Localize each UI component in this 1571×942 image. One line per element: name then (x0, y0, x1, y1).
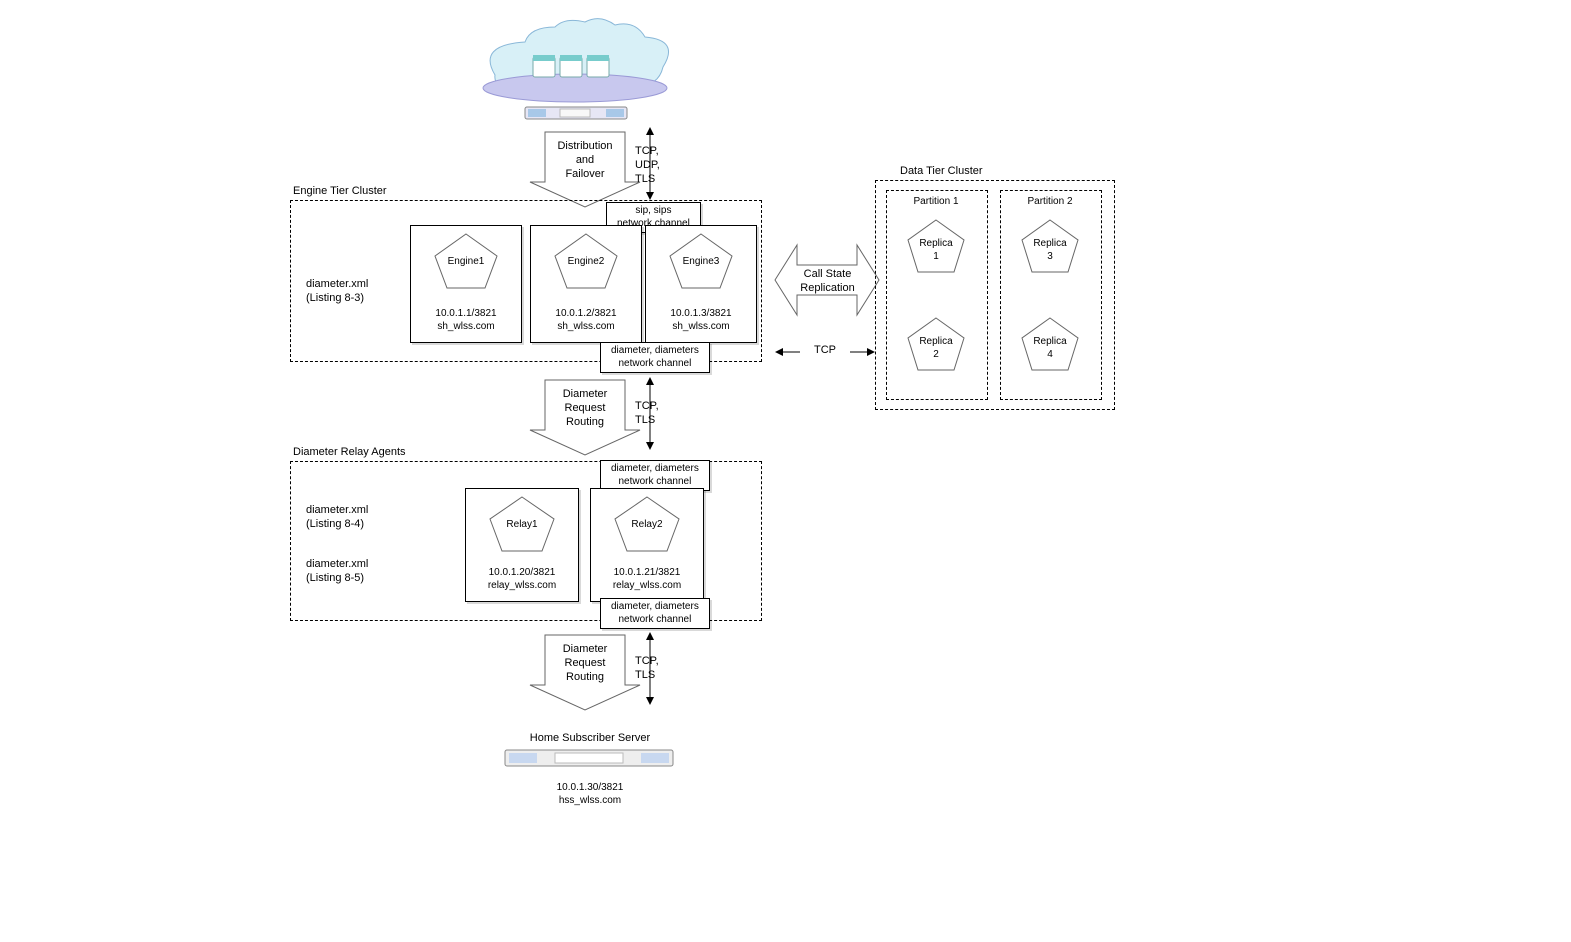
relay-config2: diameter.xml (Listing 8-5) (306, 558, 368, 586)
relay2-addr: 10.0.1.21/3821 relay_wlss.com (591, 567, 703, 592)
engine-config: diameter.xml (Listing 8-3) (306, 278, 368, 306)
proto2b-label: TCP, TLS (635, 655, 659, 683)
replica-3-label: Replica 3 (1016, 238, 1084, 263)
replica-4: Replica 4 (1016, 314, 1084, 378)
relay-tier-title: Diameter Relay Agents (293, 446, 406, 458)
replica-2-label: Replica 2 (902, 336, 970, 361)
diameter-routing-label-2: Diameter Request Routing (545, 643, 625, 684)
relay-config1: diameter.xml (Listing 8-4) (306, 504, 368, 532)
relay1-box: Relay1 10.0.1.20/3821 relay_wlss.com (465, 488, 579, 602)
partition-1-title: Partition 1 (886, 196, 986, 207)
proto1-label: TCP, UDP, TLS (635, 145, 660, 186)
call-state-label: Call State Replication (780, 268, 875, 296)
load-balancer-icon (525, 107, 627, 119)
hss-rack-icon (505, 750, 673, 766)
engine1-box: Engine1 10.0.1.1/3821 sh_wlss.com (410, 225, 522, 343)
engine3-box: Engine3 10.0.1.3/3821 sh_wlss.com (645, 225, 757, 343)
engine2-name: Engine2 (531, 256, 641, 267)
engine3-name: Engine3 (646, 256, 756, 267)
relay-bottom-channel: diameter, diameters network channel (600, 598, 710, 629)
engine1-addr: 10.0.1.1/3821 sh_wlss.com (411, 308, 521, 333)
replica-3: Replica 3 (1016, 216, 1084, 280)
partition-2-title: Partition 2 (1000, 196, 1100, 207)
relay2-box: Relay2 10.0.1.21/3821 relay_wlss.com (590, 488, 704, 602)
engine2-addr: 10.0.1.2/3821 sh_wlss.com (531, 308, 641, 333)
data-tier-title: Data Tier Cluster (900, 165, 983, 177)
cloud-icon (483, 19, 669, 102)
diagram-canvas: Distribution and Failover TCP, UDP, TLS … (0, 0, 1571, 942)
engine3-addr: 10.0.1.3/3821 sh_wlss.com (646, 308, 756, 333)
relay1-name: Relay1 (466, 519, 578, 530)
replica-1: Replica 1 (902, 216, 970, 280)
diameter-routing-label-1: Diameter Request Routing (545, 388, 625, 429)
replica-4-label: Replica 4 (1016, 336, 1084, 361)
engine-tier-title: Engine Tier Cluster (293, 185, 387, 197)
tcp-label: TCP (800, 344, 850, 356)
hss-title: Home Subscriber Server (505, 732, 675, 744)
engine-diameter-channel: diameter, diameters network channel (600, 342, 710, 373)
relay1-addr: 10.0.1.20/3821 relay_wlss.com (466, 567, 578, 592)
replica-1-label: Replica 1 (902, 238, 970, 263)
engine1-name: Engine1 (411, 256, 521, 267)
replica-2: Replica 2 (902, 314, 970, 378)
proto2a-label: TCP, TLS (635, 400, 659, 428)
relay-top-channel: diameter, diameters network channel (600, 460, 710, 491)
hss-addr: 10.0.1.30/3821 hss_wlss.com (505, 782, 675, 807)
relay2-name: Relay2 (591, 519, 703, 530)
distribution-label: Distribution and Failover (545, 140, 625, 181)
engine2-box: Engine2 10.0.1.2/3821 sh_wlss.com (530, 225, 642, 343)
